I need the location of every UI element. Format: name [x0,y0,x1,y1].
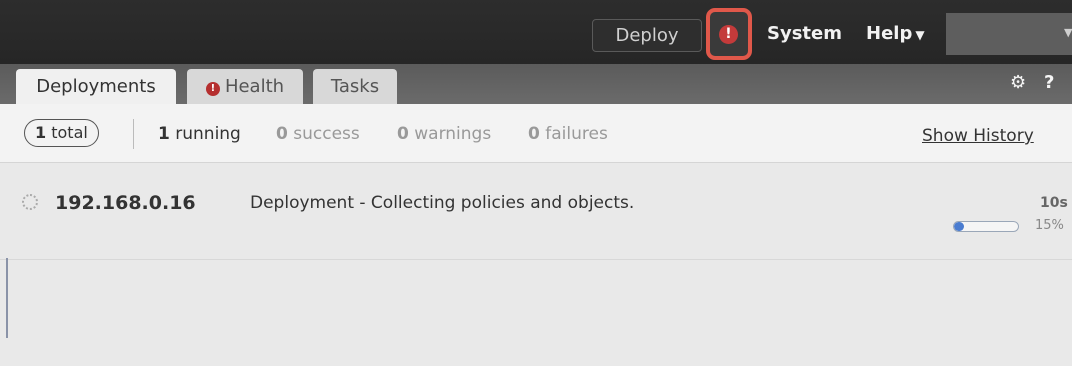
help-icon[interactable]: ? [1044,72,1054,93]
tab-deployments[interactable]: Deployments [16,69,176,104]
total-label: total [51,123,88,142]
warnings-count: 0 [397,124,409,144]
progress-percent: 15% [1035,218,1064,233]
running-label: running [175,124,241,144]
progress-bar [953,221,1019,232]
deployment-alerts-button[interactable]: ! [706,8,752,60]
total-count-badge[interactable]: 1 total [24,119,99,147]
top-navigation-bar: Deploy ! System Help ▼ ▼ [0,0,1072,64]
warnings-label: warnings [414,124,492,144]
success-label: success [293,124,360,144]
deployment-list: 192.168.0.16 Deployment - Collecting pol… [0,163,1072,366]
total-count: 1 [35,123,47,142]
tab-tasks[interactable]: Tasks [313,69,397,104]
system-menu[interactable]: System [767,23,842,44]
help-menu[interactable]: Help ▼ [866,23,925,44]
progress-bar-fill [954,222,964,231]
failures-count: 0 [528,124,540,144]
loading-spinner-icon [22,194,38,210]
failures-label: failures [545,124,608,144]
gear-icon[interactable]: ⚙ [1010,72,1026,93]
device-address: 192.168.0.16 [55,192,196,214]
divider [133,119,134,149]
show-history-link[interactable]: Show History [922,126,1034,146]
success-filter[interactable]: 0 success [276,124,360,144]
warnings-filter[interactable]: 0 warnings [397,124,491,144]
tab-bar: Deployments ! Health Tasks ⚙ ? [0,64,1072,104]
success-count: 0 [276,124,288,144]
caret-down-icon[interactable]: ▼ [1064,26,1072,39]
exclamation-circle-icon: ! [719,25,738,44]
deploy-button[interactable]: Deploy [592,19,702,52]
caret-down-icon: ▼ [915,28,925,42]
panel-edge [6,258,8,338]
tab-health[interactable]: ! Health [187,69,303,104]
running-count: 1 [158,124,170,144]
failures-filter[interactable]: 0 failures [528,124,608,144]
deployment-row[interactable]: 192.168.0.16 Deployment - Collecting pol… [0,163,1072,260]
help-menu-label: Help [866,23,913,44]
elapsed-time: 10s [1040,195,1068,211]
tab-health-label: Health [224,76,285,97]
user-menu[interactable] [946,13,1072,55]
deployment-status-message: Deployment - Collecting policies and obj… [250,193,635,213]
running-filter[interactable]: 1 running [158,124,241,144]
deployment-summary-bar: 1 total 1 running 0 success 0 warnings 0… [0,104,1072,163]
exclamation-circle-icon: ! [205,82,220,96]
